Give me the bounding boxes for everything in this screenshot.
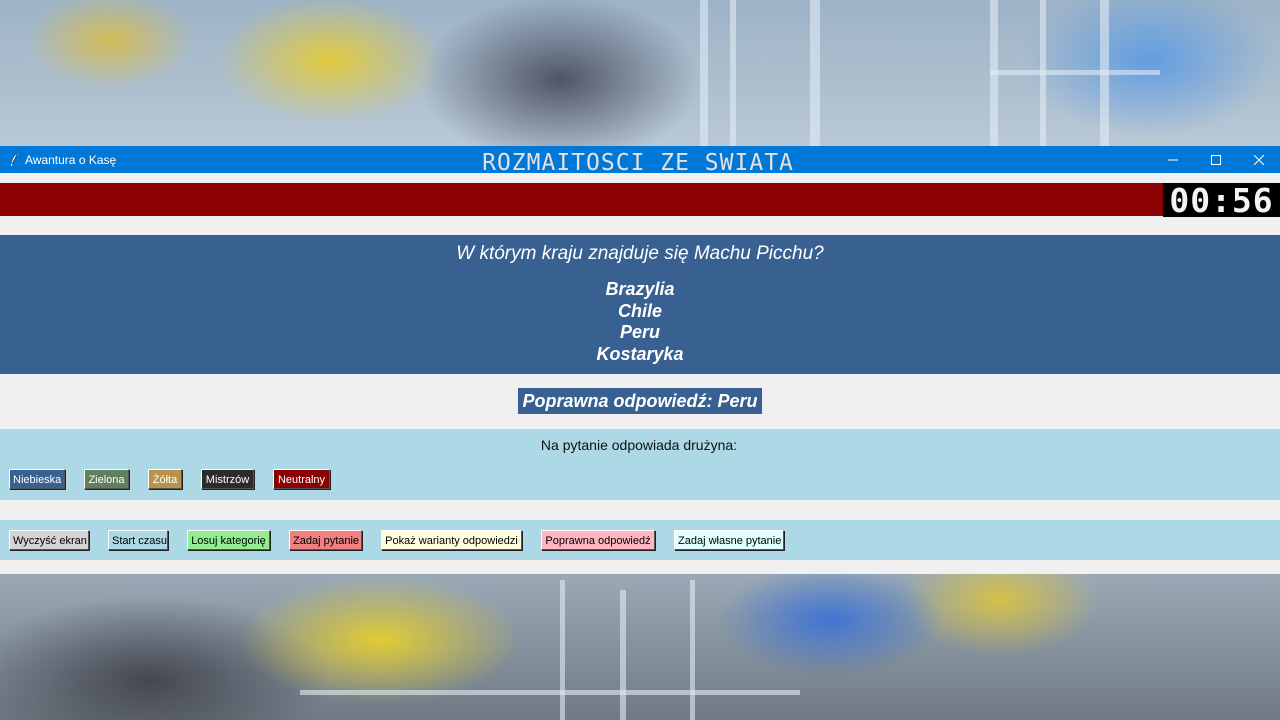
answer-option: Brazylia	[605, 279, 675, 299]
background-decoration	[810, 0, 820, 146]
background-decoration	[300, 690, 800, 695]
ask-question-button[interactable]: Zadaj pytanie	[289, 530, 362, 550]
question-panel: W którym kraju znajduje się Machu Picchu…	[0, 235, 1280, 374]
team-button-green[interactable]: Zielona	[84, 469, 129, 489]
answer-list: Brazylia Chile Peru Kostaryka	[0, 279, 1280, 365]
show-correct-answer-button[interactable]: Poprawna odpowiedź	[541, 530, 655, 550]
background-decoration	[560, 580, 565, 720]
team-button-neutral[interactable]: Neutralny	[273, 469, 330, 489]
start-timer-button[interactable]: Start czasu	[108, 530, 168, 550]
clear-screen-button[interactable]: Wyczyść ekran	[9, 530, 89, 550]
team-button-yellow[interactable]: Żółta	[148, 469, 182, 489]
team-button-masters[interactable]: Mistrzów	[201, 469, 254, 489]
background-decoration	[730, 0, 736, 146]
category-banner	[0, 183, 1163, 216]
app-window: Awantura o Kasę ROZMAITOSCI ZE SWIATA 00…	[0, 146, 1280, 574]
category-title: ROZMAITOSCI ZE SWIATA	[482, 150, 794, 176]
custom-question-button[interactable]: Zadaj własne pytanie	[674, 530, 784, 550]
random-category-button[interactable]: Losuj kategorię	[187, 530, 270, 550]
background-decoration	[990, 70, 1160, 75]
background-decoration	[690, 580, 695, 720]
team-panel: Na pytanie odpowiada drużyna: Niebieska …	[0, 429, 1280, 500]
team-button-blue[interactable]: Niebieska	[9, 469, 65, 489]
answer-option: Kostaryka	[596, 343, 684, 364]
background-decoration	[700, 0, 708, 146]
background-decoration	[620, 590, 626, 720]
countdown-timer: 00:56	[1163, 183, 1280, 218]
answer-option: Peru	[619, 322, 661, 342]
correct-answer-row: Poprawna odpowiedź: Peru	[0, 388, 1280, 414]
team-prompt: Na pytanie odpowiada drużyna:	[540, 437, 738, 453]
show-options-button[interactable]: Pokaż warianty odpowiedzi	[381, 530, 522, 550]
action-panel: Wyczyść ekran Start czasu Losuj kategori…	[0, 520, 1280, 560]
answer-option: Chile	[617, 300, 662, 321]
correct-answer-label: Poprawna odpowiedź: Peru	[518, 388, 762, 414]
question-text: W którym kraju znajduje się Machu Picchu…	[456, 243, 824, 264]
